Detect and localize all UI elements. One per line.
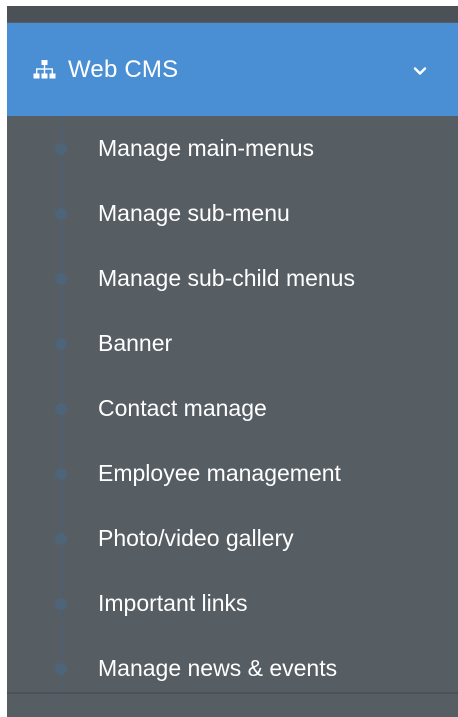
bullet-dot-icon [55, 468, 67, 480]
sidebar: Web CMS Manage main-menus Manage sub-men… [7, 6, 458, 717]
submenu-item-contact-manage[interactable]: Contact manage [7, 376, 458, 441]
bullet-dot-icon [55, 598, 67, 610]
bullet-dot-icon [55, 663, 67, 675]
chevron-down-icon[interactable] [412, 64, 428, 76]
submenu-item-label: Banner [98, 330, 173, 356]
web-cms-submenu: Manage main-menus Manage sub-menu Manage… [7, 116, 458, 692]
submenu-item-important-links[interactable]: Important links [7, 571, 458, 636]
submenu-item-label: Contact manage [98, 395, 267, 421]
submenu-item-label: Employee management [98, 460, 341, 486]
submenu-item-photo-video-gallery[interactable]: Photo/video gallery [7, 506, 458, 571]
bullet-dot-icon [55, 273, 67, 285]
submenu-item-manage-main-menus[interactable]: Manage main-menus [7, 116, 458, 181]
submenu-item-manage-sub-child-menus[interactable]: Manage sub-child menus [7, 246, 458, 311]
web-cms-title: Web CMS [68, 55, 179, 83]
submenu-item-banner[interactable]: Banner [7, 311, 458, 376]
submenu-item-employee-management[interactable]: Employee management [7, 441, 458, 506]
bullet-dot-icon [55, 403, 67, 415]
submenu-item-label: Photo/video gallery [98, 525, 294, 551]
sidebar-top-divider [7, 6, 458, 22]
bullet-dot-icon [55, 338, 67, 350]
submenu-item-label: Manage main-menus [98, 135, 315, 161]
bullet-dot-icon [55, 143, 67, 155]
bullet-dot-icon [55, 533, 67, 545]
web-cms-menu-toggle[interactable]: Web CMS [7, 23, 458, 116]
submenu-item-manage-sub-menu[interactable]: Manage sub-menu [7, 181, 458, 246]
sitemap-icon [33, 59, 56, 80]
bullet-dot-icon [55, 208, 67, 220]
submenu-item-label: Manage sub-menu [98, 200, 290, 226]
submenu-item-label: Manage sub-child menus [98, 265, 355, 291]
submenu-item-label: Important links [98, 590, 248, 616]
sidebar-bottom-divider [7, 692, 458, 694]
